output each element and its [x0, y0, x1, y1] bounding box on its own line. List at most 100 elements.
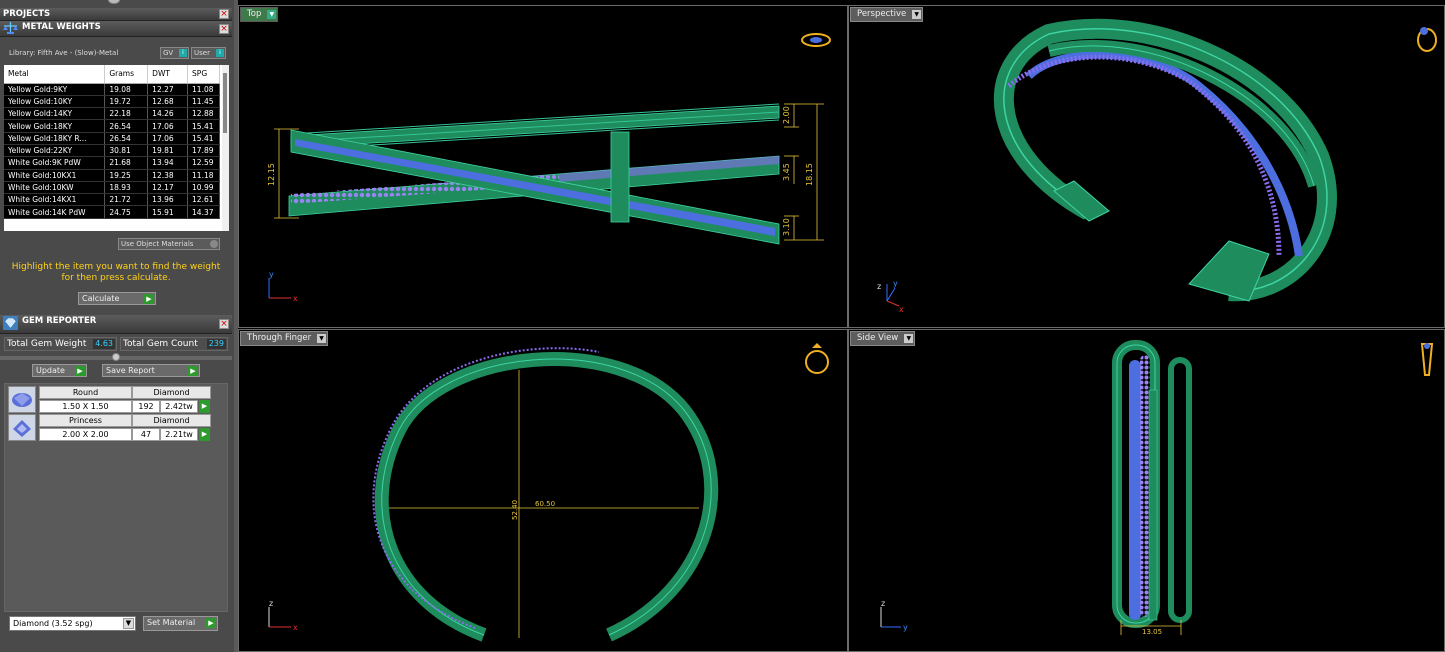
viewport-through-finger[interactable]: 60.50 52.40 z x Through Finger ▼ — [238, 329, 848, 652]
spg-cell: 15.41 — [187, 132, 220, 145]
viewport-name: Side View — [857, 333, 899, 343]
metal-cell: Yellow Gold:22KY — [4, 144, 106, 158]
dwt-cell: 17.06 — [147, 119, 189, 133]
gem-material: Diamond — [132, 386, 211, 399]
gem-shape: Princess — [39, 414, 132, 427]
close-icon[interactable]: × — [219, 319, 229, 329]
column-header-metal[interactable]: Metal — [4, 65, 106, 84]
close-icon[interactable]: × — [219, 9, 229, 19]
viewport-label-through-finger[interactable]: Through Finger ▼ — [240, 331, 329, 346]
dwt-cell: 13.94 — [147, 156, 189, 170]
use-object-materials-toggle[interactable]: Use Object Materials — [118, 238, 220, 250]
metal-cell: Yellow Gold:9KY — [4, 83, 106, 96]
total-gem-weight: Total Gem Weight 4.63 — [4, 337, 117, 351]
spg-cell: 12.59 — [187, 156, 220, 170]
table-row[interactable]: White Gold:9K PdW 21.68 13.94 12.59 — [4, 156, 220, 170]
view-cube-icon[interactable] — [1420, 343, 1434, 376]
metal-weights-header[interactable]: METAL WEIGHTS × — [0, 21, 232, 37]
grams-cell: 18.93 — [104, 181, 149, 195]
use-object-materials-label: Use Object Materials — [121, 240, 194, 248]
table-row[interactable]: White Gold:10KX1 19.25 12.38 11.18 — [4, 169, 220, 182]
calculate-button[interactable]: Calculate ▶ — [78, 292, 156, 305]
viewport-side[interactable]: 13.05 z y Side View ▼ — [848, 329, 1445, 652]
viewport-label-side[interactable]: Side View ▼ — [850, 331, 916, 346]
gem-list: Round Diamond 1.50 X 1.50 192 2.42tw ▶ P… — [4, 383, 228, 612]
column-header-grams[interactable]: Grams — [104, 65, 149, 84]
axis-z-label: z — [877, 282, 881, 291]
chevron-down-icon: ▼ — [267, 10, 277, 19]
table-row[interactable]: Yellow Gold:18KY 26.54 17.06 15.41 — [4, 119, 220, 133]
gem-size: 1.50 X 1.50 — [39, 400, 132, 413]
dimension-label: 12.15 — [267, 163, 276, 186]
table-scrollbar[interactable] — [222, 65, 229, 231]
gv-toggle[interactable]: GV i — [160, 47, 189, 59]
total-gem-count: Total Gem Count 239 — [120, 337, 228, 351]
gv-label: GV — [163, 49, 174, 57]
gem-weight: 2.21tw — [160, 428, 198, 441]
gem-panel-splitter[interactable] — [0, 353, 232, 361]
material-select[interactable]: Diamond (3.52 spg) ▼ — [9, 616, 136, 631]
gem-row-princess[interactable]: Princess Diamond 2.00 X 2.00 47 2.21tw ▶ — [8, 414, 211, 441]
viewport-perspective[interactable]: z y x Perspective ▼ — [848, 5, 1445, 328]
column-header-dwt[interactable]: DWT — [147, 65, 189, 84]
chevron-down-icon: ▼ — [904, 334, 914, 343]
gem-size: 2.00 X 2.00 — [39, 428, 132, 441]
play-icon: ▶ — [206, 618, 216, 628]
view-cube-icon[interactable] — [805, 343, 829, 374]
metal-cell: White Gold:10KW — [4, 181, 106, 195]
viewport-label-top[interactable]: Top ▼ — [240, 7, 279, 22]
table-row[interactable]: Yellow Gold:22KY 30.81 19.81 17.89 — [4, 144, 220, 158]
table-row[interactable]: White Gold:14K PdW 24.75 15.91 14.37 — [4, 205, 220, 219]
view-cube-icon[interactable] — [801, 33, 831, 47]
metal-weights-table: Metal Grams DWT SPG Yellow Gold:9KY 19.08… — [4, 65, 229, 231]
scrollbar-thumb[interactable] — [223, 73, 227, 133]
radio-icon — [210, 240, 218, 248]
grams-cell: 22.18 — [104, 107, 149, 121]
save-report-button[interactable]: Save Report ▶ — [102, 364, 200, 377]
princess-diamond-icon — [8, 414, 36, 441]
scale-icon — [3, 22, 18, 34]
dwt-cell: 12.27 — [147, 83, 189, 96]
set-material-button[interactable]: Set Material ▶ — [143, 616, 218, 631]
dimension-label: 3.10 — [782, 218, 791, 236]
close-icon[interactable]: × — [219, 24, 229, 34]
grams-cell: 26.54 — [104, 119, 149, 133]
viewport-name: Top — [247, 9, 262, 19]
panel-resize-handle[interactable] — [108, 0, 120, 4]
table-row[interactable]: Yellow Gold:14KY 22.18 14.26 12.88 — [4, 107, 220, 121]
select-gem-icon[interactable]: ▶ — [199, 428, 210, 441]
metal-cell: White Gold:10KX1 — [4, 169, 106, 182]
dwt-cell: 12.17 — [147, 181, 189, 195]
update-button[interactable]: Update ▶ — [32, 364, 87, 377]
viewport-name: Perspective — [857, 9, 907, 19]
round-diamond-icon — [8, 386, 36, 413]
viewport-top[interactable]: 2.00 12.15 3.45 18.15 3.10 y x Top ▼ — [238, 5, 848, 328]
spg-cell: 17.89 — [187, 144, 220, 158]
table-row[interactable]: Yellow Gold:10KY 19.72 12.68 11.45 — [4, 95, 220, 109]
table-row[interactable]: White Gold:14KX1 21.72 13.96 12.61 — [4, 193, 220, 207]
calculate-label: Calculate — [82, 294, 120, 303]
library-row: Library: Fifth Ave - (Slow)-Metal GV i U… — [0, 45, 232, 61]
splitter-knob[interactable] — [112, 353, 120, 361]
grams-cell: 21.72 — [104, 193, 149, 207]
dwt-cell: 13.96 — [147, 193, 189, 207]
viewport-label-perspective[interactable]: Perspective ▼ — [850, 7, 924, 22]
user-toggle[interactable]: User i — [191, 47, 226, 59]
gem-reporter-header[interactable]: GEM REPORTER × — [0, 315, 232, 334]
instruction-text: Highlight the item you want to find the … — [11, 262, 221, 283]
gem-icon — [3, 316, 18, 330]
projects-header[interactable]: PROJECTS × — [0, 8, 232, 21]
table-row[interactable]: White Gold:10KW 18.93 12.17 10.99 — [4, 181, 220, 195]
side-view-model: 13.05 z y — [880, 340, 1434, 636]
gem-material: Diamond — [132, 414, 211, 427]
toggle-switch-icon: i — [216, 49, 224, 57]
metal-cell: Yellow Gold:14KY — [4, 107, 106, 121]
view-cube-icon[interactable] — [1417, 27, 1437, 52]
table-row[interactable]: Yellow Gold:9KY 19.08 12.27 11.08 — [4, 83, 220, 96]
gem-row-round[interactable]: Round Diamond 1.50 X 1.50 192 2.42tw ▶ — [8, 386, 211, 413]
gem-reporter-title: GEM REPORTER — [22, 316, 97, 326]
select-gem-icon[interactable]: ▶ — [199, 400, 210, 413]
table-row[interactable]: Yellow Gold:18KY R... 26.54 17.06 15.41 — [4, 132, 220, 145]
column-header-spg[interactable]: SPG — [187, 65, 220, 84]
grams-cell: 21.68 — [104, 156, 149, 170]
